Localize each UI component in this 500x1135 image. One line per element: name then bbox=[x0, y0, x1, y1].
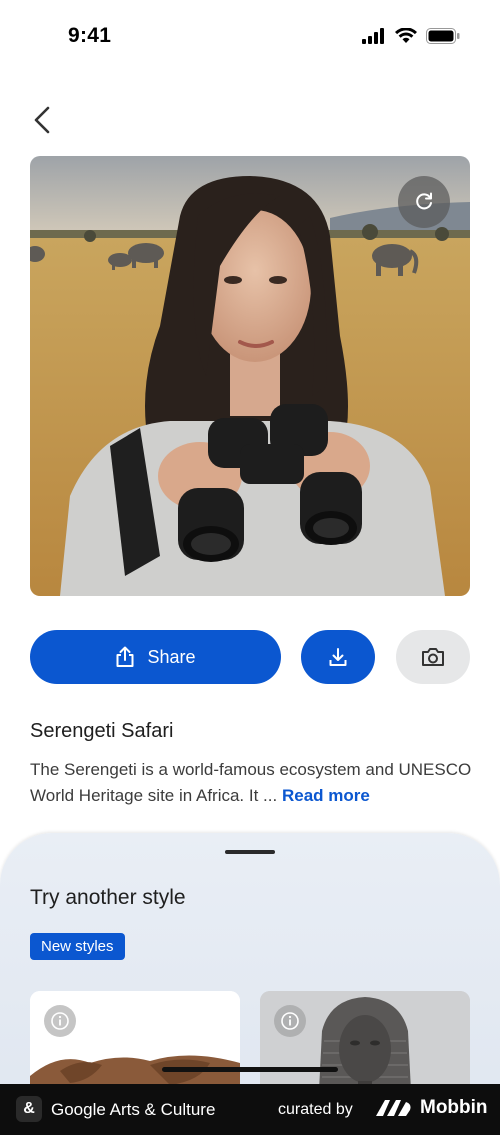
camera-icon bbox=[422, 648, 444, 666]
signal-icon bbox=[362, 28, 384, 44]
regenerate-button[interactable] bbox=[398, 176, 450, 228]
new-styles-badge: New styles bbox=[30, 933, 125, 960]
sheet-drag-handle[interactable] bbox=[225, 850, 275, 854]
attribution-footer: & Google Arts & Culture curated by Mobbi… bbox=[0, 1084, 500, 1135]
safari-portrait-illustration bbox=[30, 156, 470, 596]
share-label: Share bbox=[147, 646, 196, 667]
artwork-title: Serengeti Safari bbox=[30, 720, 174, 742]
status-bar: 9:41 bbox=[0, 0, 500, 74]
camera-button[interactable] bbox=[396, 630, 470, 684]
arts-culture-logo-icon: & bbox=[16, 1096, 42, 1122]
refresh-icon bbox=[416, 192, 432, 210]
share-icon bbox=[116, 646, 134, 667]
back-button[interactable] bbox=[24, 100, 60, 140]
mobbin-brand: Mobbin bbox=[376, 1097, 488, 1119]
back-arrow-icon bbox=[34, 106, 50, 134]
curated-by-label: curated by bbox=[278, 1101, 353, 1118]
battery-icon bbox=[426, 28, 460, 44]
status-icons bbox=[362, 28, 460, 44]
status-time: 9:41 bbox=[68, 24, 112, 47]
share-button[interactable]: Share bbox=[30, 630, 281, 684]
download-button[interactable] bbox=[301, 630, 375, 684]
artwork-image bbox=[30, 156, 470, 596]
home-indicator bbox=[162, 1067, 338, 1072]
sheet-title: Try another style bbox=[30, 886, 186, 909]
info-icon[interactable] bbox=[44, 1005, 76, 1037]
artwork-description: The Serengeti is a world-famous ecosyste… bbox=[30, 757, 475, 809]
info-icon[interactable] bbox=[274, 1005, 306, 1037]
description-text: The Serengeti is a world-famous ecosyste… bbox=[30, 760, 472, 805]
wifi-icon bbox=[395, 28, 417, 43]
action-row: Share bbox=[30, 630, 470, 684]
mobbin-label: Mobbin bbox=[420, 1097, 488, 1118]
app-name: Google Arts & Culture bbox=[51, 1100, 216, 1119]
read-more-link[interactable]: Read more bbox=[282, 786, 370, 805]
download-icon bbox=[329, 648, 347, 666]
mobbin-logo-icon bbox=[376, 1100, 411, 1116]
